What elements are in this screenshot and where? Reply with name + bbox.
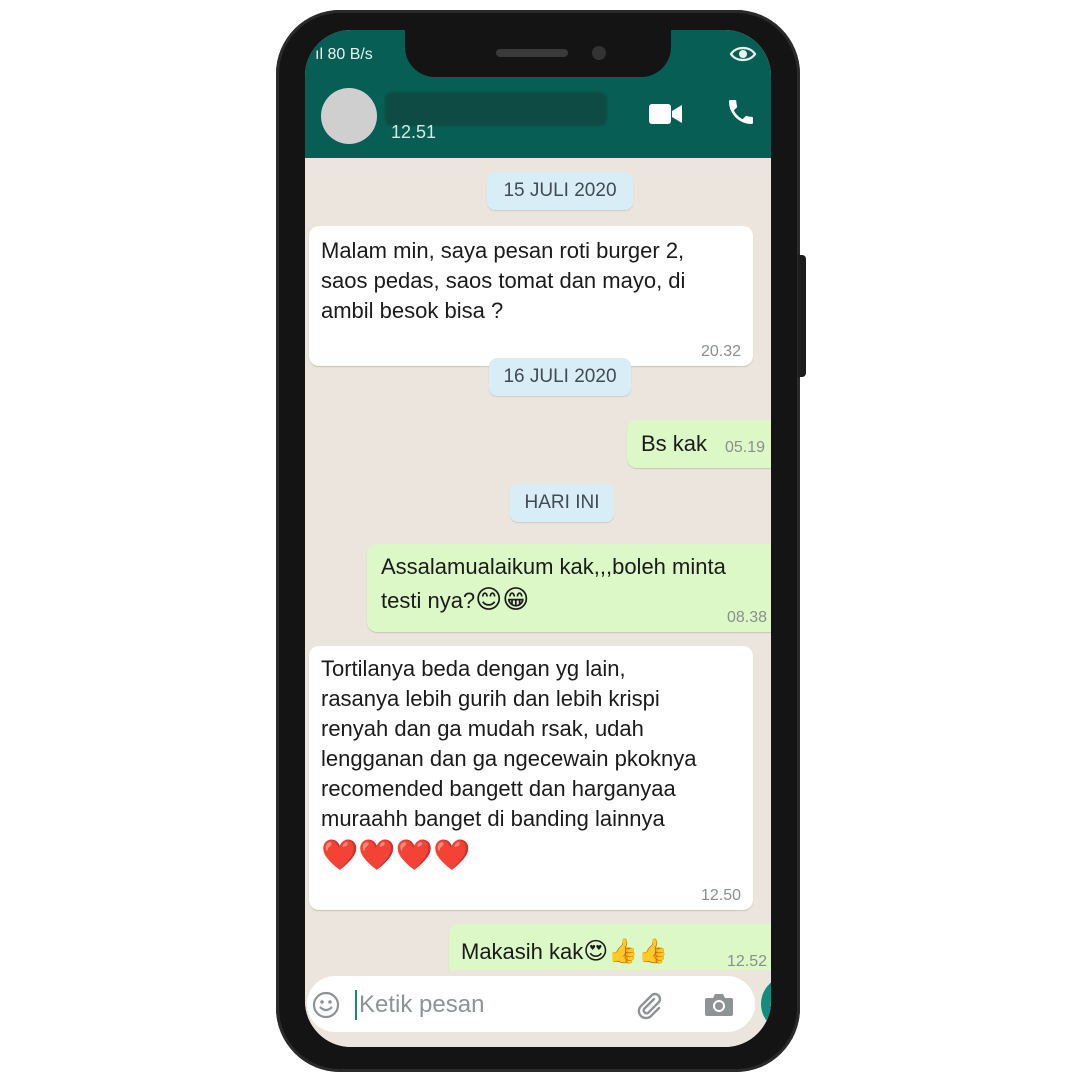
message-text: Makasih kak😍👍👍 xyxy=(461,937,669,965)
text-caret xyxy=(355,990,357,1020)
eye-icon xyxy=(729,44,757,69)
contact-avatar[interactable] xyxy=(321,88,377,144)
emoji: 😍👍👍 xyxy=(583,937,669,965)
emoji-icon[interactable] xyxy=(311,990,341,1025)
input-bar: Ketik pesan xyxy=(305,970,771,1047)
phone-icon[interactable] xyxy=(725,96,757,133)
message-outgoing[interactable]: Bs kak 05.19 xyxy=(627,420,771,468)
message-outgoing[interactable]: Assalamualaikum kak,,,boleh minta testi … xyxy=(367,544,771,632)
video-call-icon[interactable] xyxy=(649,102,683,131)
message-time: 08.38 xyxy=(727,609,768,626)
last-seen: 12.51 xyxy=(391,122,437,142)
message-incoming[interactable]: Tortilanya beda dengan yg lain, rasanya … xyxy=(309,646,753,910)
date-chip: 16 JULI 2020 xyxy=(489,358,631,396)
message-text: Assalamualaikum kak,,,boleh minta testi … xyxy=(381,554,726,615)
front-camera xyxy=(592,46,606,60)
message-input[interactable]: Ketik pesan xyxy=(307,976,755,1032)
emoji: 😊😁 xyxy=(475,585,530,615)
phone-speaker xyxy=(496,49,568,57)
message-time: 12.52 xyxy=(727,953,768,970)
camera-icon[interactable] xyxy=(703,990,735,1025)
message-time: 05.19 xyxy=(725,439,766,456)
contact-name-redacted[interactable] xyxy=(385,92,607,126)
phone-side-button xyxy=(798,255,806,377)
network-speed: ıl 80 B/s xyxy=(315,46,373,63)
message-text: Tortilanya beda dengan yg lain, rasanya … xyxy=(321,656,697,831)
chat-area[interactable]: 15 JULI 2020 Malam min, saya pesan roti … xyxy=(305,158,771,980)
message-text: Malam min, saya pesan roti burger 2, sao… xyxy=(321,238,686,323)
attach-icon[interactable] xyxy=(633,990,665,1027)
date-chip: HARI INI xyxy=(510,484,614,522)
message-time: 20.32 xyxy=(700,343,741,360)
emoji: ❤️❤️❤️❤️ xyxy=(321,838,471,873)
whatsapp-screen: ıl 80 B/s 12.51 15 JULI 2020 Malam min, … xyxy=(305,30,771,1047)
message-incoming[interactable]: Malam min, saya pesan roti burger 2, sao… xyxy=(309,226,753,366)
input-placeholder: Ketik pesan xyxy=(359,991,485,1018)
voice-send-button[interactable] xyxy=(761,976,771,1032)
date-chip: 15 JULI 2020 xyxy=(487,172,633,210)
message-time: 12.50 xyxy=(700,887,741,904)
